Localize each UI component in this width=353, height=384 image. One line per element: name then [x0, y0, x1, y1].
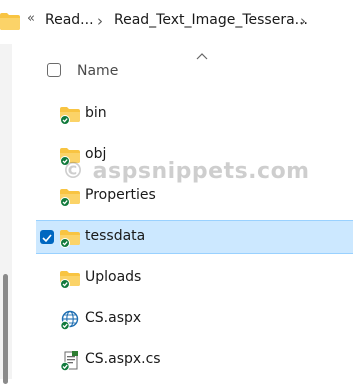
- folder-synced-icon: [60, 107, 80, 125]
- file-name: bin: [85, 105, 107, 121]
- cs-file-synced-icon: [60, 351, 78, 371]
- row-checkbox-checked[interactable]: [40, 230, 54, 244]
- file-name: CS.aspx.cs: [85, 351, 161, 367]
- folder-synced-icon: [60, 189, 80, 207]
- folder-icon: [0, 13, 20, 30]
- column-header: Name: [36, 60, 353, 84]
- sort-ascending-icon: [196, 53, 208, 60]
- breadcrumb: « Read... › Read_Text_Image_Tessera... ›: [0, 0, 353, 44]
- list-item[interactable]: Properties: [36, 180, 353, 212]
- overflow-chevron-icon[interactable]: «: [27, 11, 35, 26]
- folder-synced-icon: [60, 271, 80, 289]
- checkmark-icon: [42, 234, 52, 243]
- file-name: CS.aspx: [85, 310, 142, 326]
- file-name: Uploads: [85, 269, 142, 285]
- file-name: tessdata: [85, 228, 146, 244]
- file-name: Properties: [85, 187, 156, 203]
- list-item[interactable]: CS.aspx: [36, 303, 353, 335]
- aspx-file-synced-icon: [60, 310, 79, 330]
- breadcrumb-item-project[interactable]: Read_Text_Image_Tessera...: [114, 12, 308, 28]
- list-item-selected[interactable]: tessdata: [36, 220, 353, 254]
- select-all-checkbox[interactable]: [47, 63, 61, 77]
- list-item[interactable]: bin: [36, 98, 353, 130]
- navigation-pane: [0, 44, 12, 384]
- chevron-right-icon: ›: [97, 12, 103, 30]
- scrollbar-thumb[interactable]: [3, 274, 8, 384]
- chevron-right-icon[interactable]: ›: [300, 12, 306, 30]
- list-item[interactable]: Uploads: [36, 262, 353, 294]
- name-column-header[interactable]: Name: [77, 63, 118, 79]
- list-item[interactable]: CS.aspx.cs: [36, 344, 353, 376]
- breadcrumb-item-read[interactable]: Read...: [45, 12, 94, 28]
- folder-synced-icon: [60, 230, 80, 248]
- watermark: © aspsnippets.com: [62, 159, 310, 184]
